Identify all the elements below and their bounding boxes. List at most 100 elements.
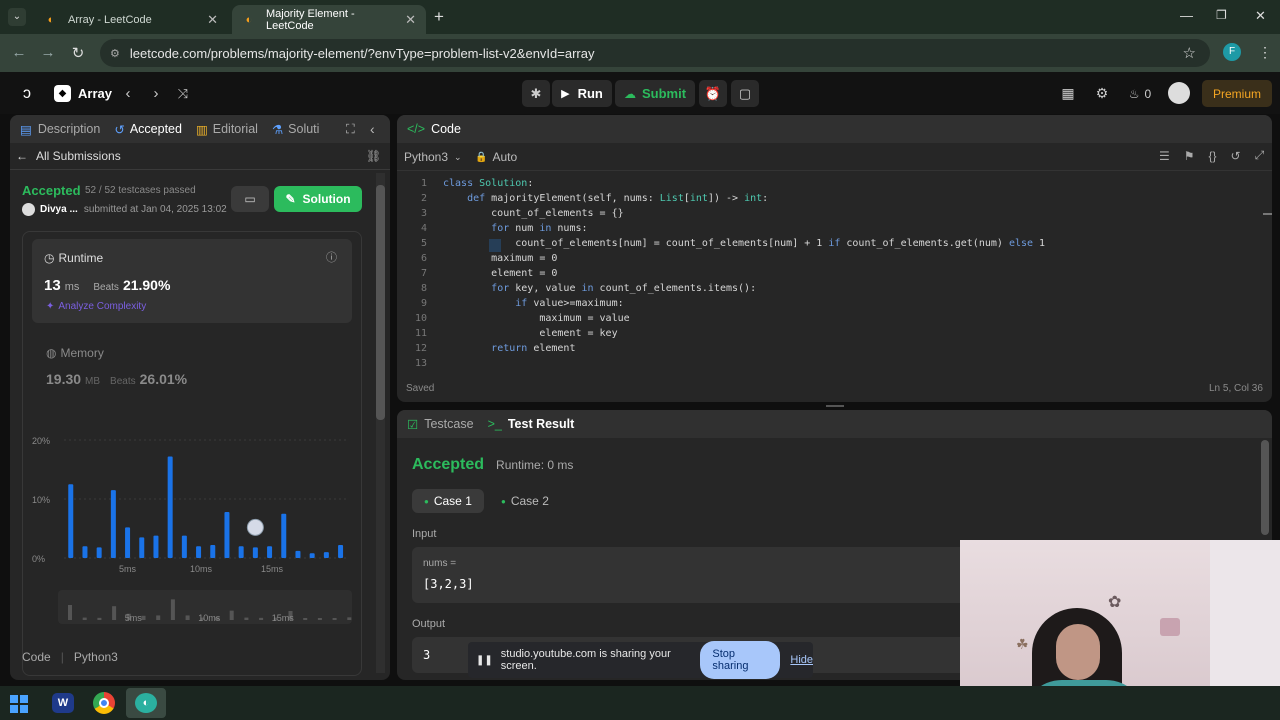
code-line: class Solution: <box>443 178 534 189</box>
close-tab-icon[interactable]: ✕ <box>405 12 416 28</box>
info-icon[interactable]: ⓘ <box>326 249 337 265</box>
bookmark-star-icon[interactable]: ☆ <box>1183 44 1196 62</box>
profile-avatar[interactable]: F <box>1223 43 1241 61</box>
navigator-bar <box>141 615 146 620</box>
code-line: return element <box>491 343 576 354</box>
code-language-row: Code | Python3 <box>22 650 118 664</box>
person-face <box>1056 624 1100 680</box>
expand-icon[interactable]: ⛶ <box>346 122 355 137</box>
editorial-book-button[interactable]: ▭ <box>231 186 269 212</box>
forward-icon[interactable]: → <box>39 44 57 61</box>
chart-bar <box>210 545 216 558</box>
problem-list-button[interactable]: ◆ Array <box>54 80 112 107</box>
analyze-complexity-link[interactable]: ✦ Analyze Complexity <box>46 301 146 312</box>
navigator-bar <box>229 610 234 620</box>
settings-gear-icon[interactable]: ⚙ <box>1092 80 1112 107</box>
submitter-info: Divya ... submitted at Jan 04, 2025 13:0… <box>22 203 227 216</box>
terminal-icon: >_ <box>487 417 502 431</box>
minimize-icon[interactable]: — <box>1180 8 1193 23</box>
chart-range-navigator[interactable]: 5ms 10ms 15ms <box>58 590 352 624</box>
restore-icon[interactable]: ❐ <box>1216 8 1227 22</box>
browser-tab-majority[interactable]: ◐ Majority Element - LeetCode ✕ <box>232 5 426 34</box>
panel-resize-handle[interactable] <box>826 405 844 407</box>
hide-button[interactable]: Hide <box>790 654 813 666</box>
layout-grid-icon[interactable]: ▦ <box>1058 80 1078 107</box>
navigator-bar <box>303 618 308 620</box>
wall-decor-icon: ✿ <box>1108 594 1122 611</box>
url-field[interactable]: ⚙ leetcode.com/problems/majority-element… <box>100 39 1210 67</box>
next-problem-icon[interactable]: › <box>148 80 164 107</box>
navigator-bar <box>82 617 87 620</box>
output-label: Output <box>412 618 446 630</box>
line-number: 12 <box>414 343 427 354</box>
tab-test-result[interactable]: >_ Test Result <box>488 417 575 431</box>
runtime-card[interactable]: ◷ Runtime ⓘ 13 ms Beats 21.90% ✦ Analyze C… <box>32 239 352 323</box>
windows-start-icon[interactable] <box>10 695 28 713</box>
leetcode-favicon-icon: ◐ <box>245 13 253 26</box>
history-icon: ↺ <box>114 122 125 137</box>
leetcode-favicon-icon: ◐ <box>47 13 55 26</box>
premium-button[interactable]: Premium <box>1202 80 1272 107</box>
chart-bar <box>295 550 301 558</box>
chart-bar <box>153 535 159 558</box>
result-scrollbar[interactable] <box>1261 440 1269 535</box>
runtime-distribution-chart[interactable]: 20% 10% 0% 5ms 10ms 15ms <box>32 420 352 585</box>
tab-description[interactable]: ▤ Description <box>20 122 100 137</box>
solution-button[interactable]: ✎ Solution <box>274 186 362 212</box>
scrollbar-thumb[interactable] <box>376 185 385 420</box>
back-to-submissions[interactable]: ← All Submissions <box>16 149 121 163</box>
close-tab-icon[interactable]: ✕ <box>207 12 218 28</box>
submission-status: Accepted <box>22 183 81 198</box>
left-scrollbar[interactable] <box>376 173 385 673</box>
tab-editorial[interactable]: ▥ Editorial <box>196 122 258 137</box>
timer-icon[interactable]: ⏰ <box>699 80 727 107</box>
memory-header[interactable]: ◍ Memory <box>46 346 104 360</box>
navigator-bar <box>244 617 249 620</box>
case-1-tab[interactable]: ● Case 1 <box>412 489 484 513</box>
navigator-tick-label: 10ms <box>198 613 221 623</box>
user-avatar[interactable] <box>1168 82 1190 104</box>
runtime-label: Runtime <box>58 251 104 265</box>
back-icon[interactable]: ← <box>10 44 28 61</box>
prev-problem-icon[interactable]: ‹ <box>120 80 136 107</box>
site-info-icon[interactable]: ⚙ <box>110 47 120 60</box>
shuffle-icon[interactable]: ⤨ <box>174 80 192 107</box>
navigator-bar <box>317 618 322 620</box>
submit-button[interactable]: ☁ Submit <box>615 80 695 107</box>
navigator-tick-label: 15ms <box>272 613 295 623</box>
tab-solutions[interactable]: ⚗ Soluti <box>272 122 320 137</box>
reload-icon[interactable]: ↻ <box>69 44 87 62</box>
debug-icon[interactable]: ✱ <box>522 80 550 107</box>
line-number: 2 <box>420 193 427 204</box>
input-var-label: nums = <box>423 558 457 569</box>
line-number: 8 <box>420 283 427 294</box>
streak-counter[interactable]: ♨ 0 <box>1124 80 1156 107</box>
case-2-tab[interactable]: ● Case 2 <box>501 489 549 513</box>
browser-tab-array[interactable]: ◐ Array - LeetCode ✕ <box>34 5 228 34</box>
stop-sharing-button[interactable]: Stop sharing <box>700 641 781 679</box>
chart-bar <box>238 546 244 558</box>
collapse-icon[interactable]: ‹ <box>370 121 375 137</box>
app-w-icon[interactable]: W <box>52 693 74 713</box>
active-app-highlight[interactable]: ◐ <box>126 688 166 718</box>
new-tab-icon[interactable]: + <box>434 7 444 27</box>
wall-decor: ☘ <box>1016 636 1029 652</box>
list-name: Array <box>78 86 112 101</box>
notes-icon[interactable]: ▢ <box>731 80 759 107</box>
left-panel: ▤ Description ↺ Accepted ▥ Editorial ⚗ Solut… <box>10 115 390 680</box>
line-number: 5 <box>420 238 427 249</box>
tab-accepted[interactable]: ↺ Accepted <box>114 122 182 137</box>
tab-testcase[interactable]: ☑ Testcase <box>407 417 474 432</box>
chrome-icon[interactable] <box>93 692 115 714</box>
leetcode-logo-icon[interactable]: ↄ <box>16 80 38 107</box>
share-link-icon[interactable]: ⛓ <box>366 149 381 163</box>
code-area[interactable]: 1 class Solution: 2 def majorityElement(se… <box>397 115 1272 402</box>
leetcode-header: ↄ ◆ Array ‹ › ⤨ ✱ ▶ Run ☁ Submit ⏰ ▢ ▦ ⚙… <box>0 72 1280 114</box>
result-runtime: Runtime: 0 ms <box>496 458 574 472</box>
result-summary: Accepted Runtime: 0 ms <box>412 456 573 474</box>
close-window-icon[interactable]: ✕ <box>1255 8 1266 24</box>
browser-menu-icon[interactable]: ⋮ <box>1258 44 1272 61</box>
tab-search-icon[interactable]: ⌄ <box>8 8 26 26</box>
pause-icon: ❚❚ <box>476 654 493 666</box>
run-button[interactable]: ▶ Run <box>552 80 612 107</box>
